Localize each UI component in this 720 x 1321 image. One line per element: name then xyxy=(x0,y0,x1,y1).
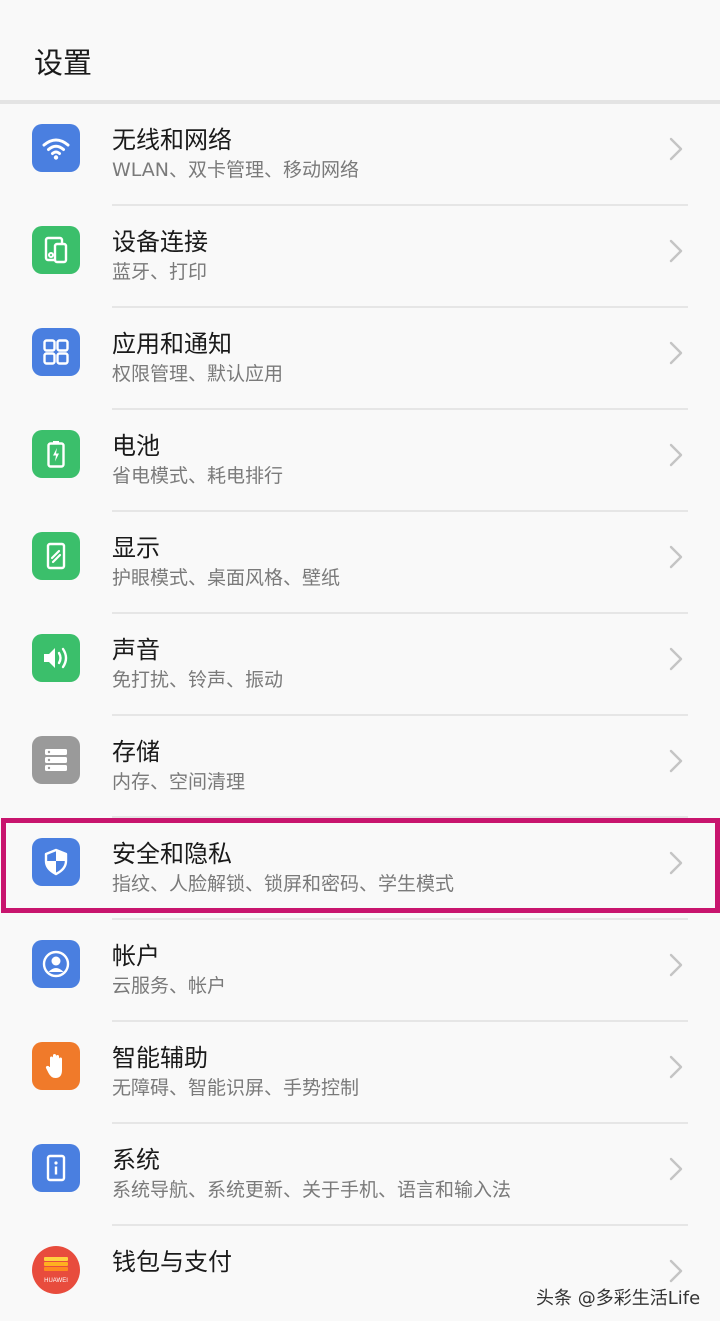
item-subtitle: 无障碍、智能识屏、手势控制 xyxy=(112,1077,360,1099)
item-subtitle: 省电模式、耗电排行 xyxy=(112,465,284,487)
item-subtitle: 护眼模式、桌面风格、壁纸 xyxy=(112,567,341,589)
highlight-frame xyxy=(1,818,720,913)
display-icon xyxy=(32,532,80,580)
chevron-right-icon xyxy=(669,953,683,977)
item-title: 系统 xyxy=(112,1146,160,1174)
item-subtitle: 权限管理、默认应用 xyxy=(112,363,284,385)
chevron-right-icon xyxy=(669,1157,683,1181)
settings-page: 设置 无线和网络 WLAN、双卡管理、移动网络 设备连接 蓝牙、打印 应用和通知… xyxy=(0,0,720,1321)
wifi-icon xyxy=(32,124,80,172)
item-title: 帐户 xyxy=(112,942,160,970)
account-icon xyxy=(32,940,80,988)
hand-icon xyxy=(32,1042,80,1090)
chevron-right-icon xyxy=(669,137,683,161)
settings-list: 无线和网络 WLAN、双卡管理、移动网络 设备连接 蓝牙、打印 应用和通知 权限… xyxy=(0,104,720,1321)
item-title: 智能辅助 xyxy=(112,1044,208,1072)
settings-item-battery[interactable]: 电池 省电模式、耗电排行 xyxy=(0,410,720,512)
speaker-icon xyxy=(32,634,80,682)
storage-icon xyxy=(32,736,80,784)
chevron-right-icon xyxy=(669,545,683,569)
device-connect-icon xyxy=(32,226,80,274)
system-info-icon xyxy=(32,1144,80,1192)
item-title: 钱包与支付 xyxy=(112,1248,232,1276)
page-title: 设置 xyxy=(34,46,93,80)
item-subtitle: 云服务、帐户 xyxy=(112,975,227,997)
item-subtitle: 系统导航、系统更新、关于手机、语言和输入法 xyxy=(112,1179,512,1201)
settings-item-smart-assist[interactable]: 智能辅助 无障碍、智能识屏、手势控制 xyxy=(0,1022,720,1124)
settings-item-storage[interactable]: 存储 内存、空间清理 xyxy=(0,716,720,818)
chevron-right-icon xyxy=(669,647,683,671)
item-title: 存储 xyxy=(112,738,160,766)
settings-item-account[interactable]: 帐户 云服务、帐户 xyxy=(0,920,720,1022)
chevron-right-icon xyxy=(669,239,683,263)
item-title: 无线和网络 xyxy=(112,126,232,154)
settings-item-system[interactable]: 系统 系统导航、系统更新、关于手机、语言和输入法 xyxy=(0,1124,720,1226)
item-title: 电池 xyxy=(112,432,160,460)
chevron-right-icon xyxy=(669,749,683,773)
item-subtitle: WLAN、双卡管理、移动网络 xyxy=(112,159,360,181)
settings-item-device-connection[interactable]: 设备连接 蓝牙、打印 xyxy=(0,206,720,308)
settings-item-sound[interactable]: 声音 免打扰、铃声、振动 xyxy=(0,614,720,716)
svg-text:HUAWEI: HUAWEI xyxy=(44,1278,68,1284)
battery-icon xyxy=(32,430,80,478)
item-title: 显示 xyxy=(112,534,160,562)
settings-item-display[interactable]: 显示 护眼模式、桌面风格、壁纸 xyxy=(0,512,720,614)
item-subtitle: 内存、空间清理 xyxy=(112,771,246,793)
settings-item-wireless[interactable]: 无线和网络 WLAN、双卡管理、移动网络 xyxy=(0,104,720,206)
settings-item-apps-notifications[interactable]: 应用和通知 权限管理、默认应用 xyxy=(0,308,720,410)
item-title: 声音 xyxy=(112,636,160,664)
chevron-right-icon xyxy=(669,1055,683,1079)
chevron-right-icon xyxy=(669,341,683,365)
item-title: 设备连接 xyxy=(112,228,208,256)
watermark: 头条 @多彩生活Life xyxy=(536,1288,701,1309)
chevron-right-icon xyxy=(669,443,683,467)
huawei-wallet-icon: HUAWEI xyxy=(32,1246,80,1294)
chevron-right-icon xyxy=(669,1259,683,1283)
apps-grid-icon xyxy=(32,328,80,376)
item-title: 应用和通知 xyxy=(112,330,232,358)
item-subtitle: 免打扰、铃声、振动 xyxy=(112,669,284,691)
item-subtitle: 蓝牙、打印 xyxy=(112,261,208,283)
header: 设置 xyxy=(0,0,720,100)
